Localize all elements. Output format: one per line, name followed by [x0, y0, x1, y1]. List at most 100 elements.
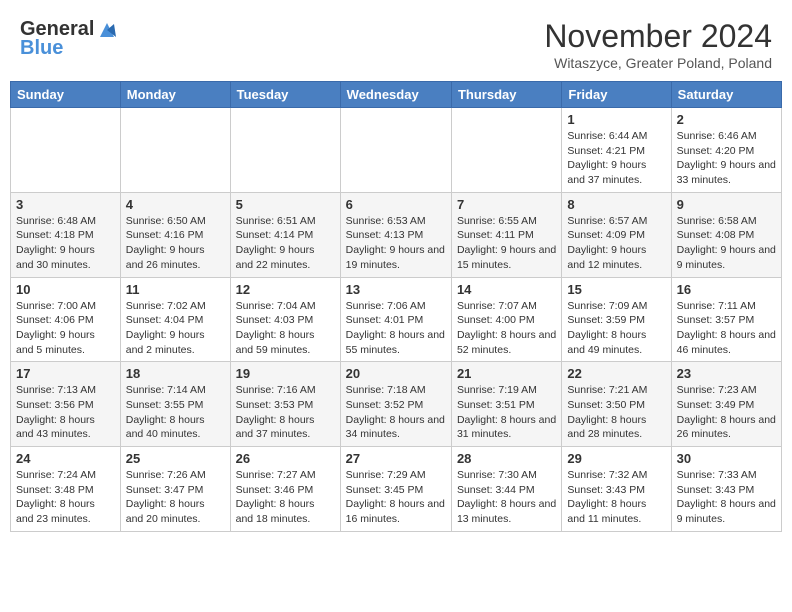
- day-info: Sunrise: 7:06 AM Sunset: 4:01 PM Dayligh…: [346, 299, 446, 358]
- calendar-cell: 6Sunrise: 6:53 AM Sunset: 4:13 PM Daylig…: [340, 192, 451, 277]
- weekday-header-monday: Monday: [120, 82, 230, 108]
- calendar-cell: 29 Sunrise: 7:32 AM Sunset: 3:43 PM Dayli…: [562, 447, 671, 532]
- weekday-header-tuesday: Tuesday: [230, 82, 340, 108]
- day-number: 27: [346, 451, 446, 466]
- title-area: November 2024 Witaszyce, Greater Poland,…: [544, 18, 772, 71]
- calendar-cell: 19Sunrise: 7:16 AM Sunset: 3:53 PM Dayli…: [230, 362, 340, 447]
- day-number: 28: [457, 451, 556, 466]
- day-number: 21: [457, 366, 556, 381]
- weekday-header-sunday: Sunday: [11, 82, 121, 108]
- calendar-cell: 20 Sunrise: 7:18 AM Sunset: 3:52 PM Dayli…: [340, 362, 451, 447]
- logo: General Blue: [20, 18, 118, 60]
- location-subtitle: Witaszyce, Greater Poland, Poland: [544, 55, 772, 71]
- calendar-cell: [340, 108, 451, 193]
- day-info: Sunrise: 7:24 AM Sunset: 3:48 PM Dayligh…: [16, 468, 115, 527]
- calendar-cell: 1 Sunrise: 6:44 AM Sunset: 4:21 PM Daylig…: [562, 108, 671, 193]
- calendar-cell: [451, 108, 561, 193]
- week-row-2: 3 Sunrise: 6:48 AM Sunset: 4:18 PM Daylig…: [11, 192, 782, 277]
- calendar-table: SundayMondayTuesdayWednesdayThursdayFrid…: [10, 81, 782, 532]
- day-info: Sunrise: 7:18 AM Sunset: 3:52 PM Dayligh…: [346, 383, 446, 442]
- day-number: 10: [16, 282, 115, 297]
- day-number: 4: [126, 197, 225, 212]
- calendar-cell: 16 Sunrise: 7:11 AM Sunset: 3:57 PM Dayli…: [671, 277, 781, 362]
- day-info: Sunrise: 7:04 AM Sunset: 4:03 PM Dayligh…: [236, 299, 335, 358]
- weekday-header-row: SundayMondayTuesdayWednesdayThursdayFrid…: [11, 82, 782, 108]
- calendar-cell: 23 Sunrise: 7:23 AM Sunset: 3:49 PM Dayli…: [671, 362, 781, 447]
- logo-blue: Blue: [20, 37, 63, 60]
- calendar-cell: 13 Sunrise: 7:06 AM Sunset: 4:01 PM Dayli…: [340, 277, 451, 362]
- day-number: 25: [126, 451, 225, 466]
- day-number: 17: [16, 366, 115, 381]
- day-info: Sunrise: 7:13 AM Sunset: 3:56 PM Dayligh…: [16, 383, 115, 442]
- calendar-cell: 10 Sunrise: 7:00 AM Sunset: 4:06 PM Dayli…: [11, 277, 121, 362]
- day-info: Sunrise: 7:29 AM Sunset: 3:45 PM Dayligh…: [346, 468, 446, 527]
- logo-icon: [96, 19, 118, 41]
- calendar-cell: 4 Sunrise: 6:50 AM Sunset: 4:16 PM Daylig…: [120, 192, 230, 277]
- day-number: 24: [16, 451, 115, 466]
- day-info: Sunrise: 6:44 AM Sunset: 4:21 PM Dayligh…: [567, 129, 665, 188]
- week-row-1: 1 Sunrise: 6:44 AM Sunset: 4:21 PM Daylig…: [11, 108, 782, 193]
- calendar-cell: 24 Sunrise: 7:24 AM Sunset: 3:48 PM Dayli…: [11, 447, 121, 532]
- calendar-cell: 25 Sunrise: 7:26 AM Sunset: 3:47 PM Dayli…: [120, 447, 230, 532]
- day-number: 18: [126, 366, 225, 381]
- day-number: 13: [346, 282, 446, 297]
- calendar-cell: 26Sunrise: 7:27 AM Sunset: 3:46 PM Dayli…: [230, 447, 340, 532]
- day-info: Sunrise: 7:32 AM Sunset: 3:43 PM Dayligh…: [567, 468, 665, 527]
- calendar-cell: 3 Sunrise: 6:48 AM Sunset: 4:18 PM Daylig…: [11, 192, 121, 277]
- day-info: Sunrise: 7:00 AM Sunset: 4:06 PM Dayligh…: [16, 299, 115, 358]
- day-number: 7: [457, 197, 556, 212]
- day-info: Sunrise: 6:46 AM Sunset: 4:20 PM Dayligh…: [677, 129, 776, 188]
- calendar-cell: 12Sunrise: 7:04 AM Sunset: 4:03 PM Dayli…: [230, 277, 340, 362]
- weekday-header-thursday: Thursday: [451, 82, 561, 108]
- calendar-cell: 8Sunrise: 6:57 AM Sunset: 4:09 PM Daylig…: [562, 192, 671, 277]
- calendar-cell: 30 Sunrise: 7:33 AM Sunset: 3:43 PM Dayli…: [671, 447, 781, 532]
- calendar-cell: 17 Sunrise: 7:13 AM Sunset: 3:56 PM Dayli…: [11, 362, 121, 447]
- day-number: 5: [236, 197, 335, 212]
- day-number: 23: [677, 366, 776, 381]
- calendar-cell: [120, 108, 230, 193]
- day-number: 1: [567, 112, 665, 127]
- calendar-cell: 27 Sunrise: 7:29 AM Sunset: 3:45 PM Dayli…: [340, 447, 451, 532]
- day-number: 11: [126, 282, 225, 297]
- calendar-cell: 18Sunrise: 7:14 AM Sunset: 3:55 PM Dayli…: [120, 362, 230, 447]
- day-info: Sunrise: 7:26 AM Sunset: 3:47 PM Dayligh…: [126, 468, 225, 527]
- day-info: Sunrise: 7:07 AM Sunset: 4:00 PM Dayligh…: [457, 299, 556, 358]
- calendar-cell: 2 Sunrise: 6:46 AM Sunset: 4:20 PM Daylig…: [671, 108, 781, 193]
- week-row-4: 17 Sunrise: 7:13 AM Sunset: 3:56 PM Dayli…: [11, 362, 782, 447]
- day-number: 6: [346, 197, 446, 212]
- day-number: 30: [677, 451, 776, 466]
- day-info: Sunrise: 7:27 AM Sunset: 3:46 PM Dayligh…: [236, 468, 335, 527]
- day-info: Sunrise: 7:23 AM Sunset: 3:49 PM Dayligh…: [677, 383, 776, 442]
- calendar-cell: 15 Sunrise: 7:09 AM Sunset: 3:59 PM Dayli…: [562, 277, 671, 362]
- day-info: Sunrise: 7:09 AM Sunset: 3:59 PM Dayligh…: [567, 299, 665, 358]
- day-info: Sunrise: 6:58 AM Sunset: 4:08 PM Dayligh…: [677, 214, 776, 273]
- day-info: Sunrise: 7:19 AM Sunset: 3:51 PM Dayligh…: [457, 383, 556, 442]
- day-number: 29: [567, 451, 665, 466]
- calendar-cell: 9Sunrise: 6:58 AM Sunset: 4:08 PM Daylig…: [671, 192, 781, 277]
- day-number: 16: [677, 282, 776, 297]
- day-number: 20: [346, 366, 446, 381]
- day-info: Sunrise: 6:50 AM Sunset: 4:16 PM Dayligh…: [126, 214, 225, 273]
- day-info: Sunrise: 6:55 AM Sunset: 4:11 PM Dayligh…: [457, 214, 556, 273]
- calendar-cell: 5 Sunrise: 6:51 AM Sunset: 4:14 PM Daylig…: [230, 192, 340, 277]
- month-title: November 2024: [544, 18, 772, 55]
- day-number: 14: [457, 282, 556, 297]
- day-info: Sunrise: 6:51 AM Sunset: 4:14 PM Dayligh…: [236, 214, 335, 273]
- day-number: 8: [567, 197, 665, 212]
- calendar-cell: 14 Sunrise: 7:07 AM Sunset: 4:00 PM Dayli…: [451, 277, 561, 362]
- day-number: 15: [567, 282, 665, 297]
- day-info: Sunrise: 7:33 AM Sunset: 3:43 PM Dayligh…: [677, 468, 776, 527]
- day-info: Sunrise: 6:48 AM Sunset: 4:18 PM Dayligh…: [16, 214, 115, 273]
- calendar-cell: 7 Sunrise: 6:55 AM Sunset: 4:11 PM Daylig…: [451, 192, 561, 277]
- calendar-cell: [11, 108, 121, 193]
- day-info: Sunrise: 7:30 AM Sunset: 3:44 PM Dayligh…: [457, 468, 556, 527]
- calendar-cell: 21 Sunrise: 7:19 AM Sunset: 3:51 PM Dayli…: [451, 362, 561, 447]
- weekday-header-friday: Friday: [562, 82, 671, 108]
- day-info: Sunrise: 7:16 AM Sunset: 3:53 PM Dayligh…: [236, 383, 335, 442]
- weekday-header-saturday: Saturday: [671, 82, 781, 108]
- calendar-cell: [230, 108, 340, 193]
- calendar-cell: 28 Sunrise: 7:30 AM Sunset: 3:44 PM Dayli…: [451, 447, 561, 532]
- day-number: 3: [16, 197, 115, 212]
- day-number: 2: [677, 112, 776, 127]
- day-info: Sunrise: 7:11 AM Sunset: 3:57 PM Dayligh…: [677, 299, 776, 358]
